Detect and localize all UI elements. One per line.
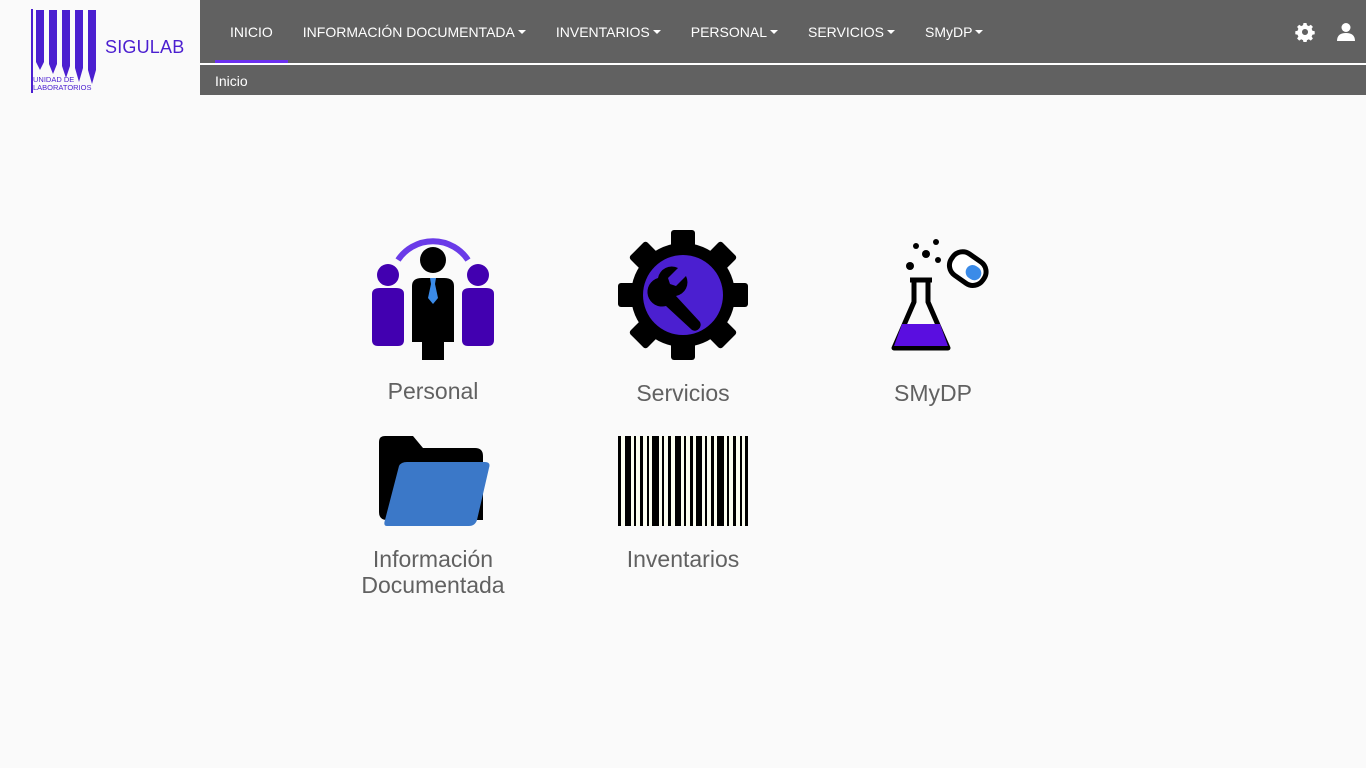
tile-personal-label: Personal: [387, 378, 479, 404]
brand-subtitle: UNIDAD DE LABORATORIOS: [33, 75, 92, 92]
brand-name: SIGULAB: [105, 37, 185, 57]
nav-item-informacion-documentada[interactable]: INFORMACIÓN DOCUMENTADA: [288, 0, 541, 63]
nav-icons: [1295, 22, 1356, 42]
nav-item-servicios[interactable]: SERVICIOS: [793, 0, 910, 63]
tile-smydp-label: SMyDP: [894, 380, 972, 406]
caret-down-icon: [886, 29, 895, 34]
user-icon[interactable]: [1336, 22, 1356, 42]
top-navbar: INICIO INFORMACIÓN DOCUMENTADA INVENTARI…: [200, 0, 1366, 63]
tile-informacion-documentada[interactable]: Información Documentada: [323, 436, 543, 598]
breadcrumb: Inicio: [200, 65, 1366, 95]
nav-item-inventarios[interactable]: INVENTARIOS: [541, 0, 676, 63]
nav-menu: INICIO INFORMACIÓN DOCUMENTADA INVENTARI…: [215, 0, 998, 63]
tile-servicios[interactable]: Servicios: [573, 230, 793, 406]
nav-item-smydp[interactable]: SMyDP: [910, 0, 998, 63]
breadcrumb-current: Inicio: [215, 73, 248, 89]
caret-down-icon: [652, 29, 661, 34]
caret-down-icon: [769, 29, 778, 34]
tile-inventarios[interactable]: Inventarios: [573, 436, 793, 572]
caret-down-icon: [517, 29, 526, 34]
tile-inventarios-label: Inventarios: [626, 546, 740, 572]
people-icon: [372, 238, 494, 360]
tile-informacion-label: Información Documentada: [361, 546, 505, 598]
tile-servicios-label: Servicios: [636, 380, 730, 406]
folder-icon: [379, 436, 490, 526]
tile-personal[interactable]: Personal: [323, 228, 543, 404]
barcode-icon: [618, 436, 748, 526]
caret-down-icon: [975, 29, 984, 34]
gear-icon[interactable]: [1295, 22, 1315, 42]
nav-item-inicio[interactable]: INICIO: [215, 0, 288, 63]
gear-wrench-icon: [618, 230, 748, 360]
brand-logo[interactable]: SIGULAB UNIDAD DE LABORATORIOS: [0, 0, 200, 95]
nav-item-personal[interactable]: PERSONAL: [676, 0, 793, 63]
flask-test-tube-icon: [891, 239, 989, 351]
tile-smydp[interactable]: SMyDP: [823, 238, 1043, 406]
